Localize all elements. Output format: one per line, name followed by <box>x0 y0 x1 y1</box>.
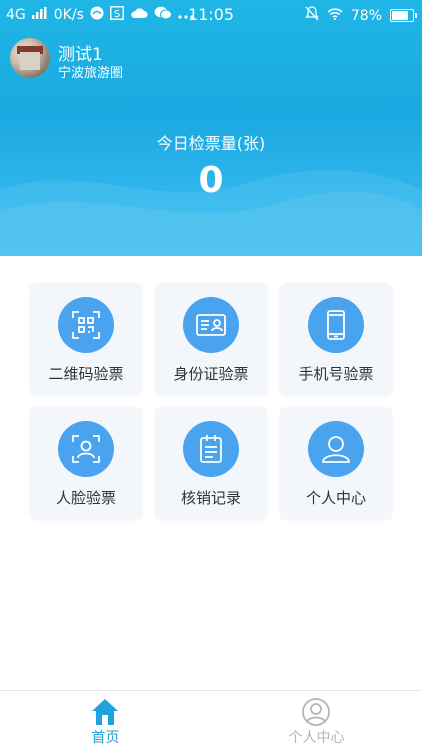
id-card-verify-button[interactable]: 身份证验票 <box>155 283 267 395</box>
person-icon <box>308 421 364 477</box>
tile-label: 身份证验票 <box>173 365 249 383</box>
personal-center-button[interactable]: 个人中心 <box>280 407 392 519</box>
home-icon <box>90 697 120 727</box>
qr-verify-button[interactable]: 二维码验票 <box>30 283 142 395</box>
battery-icon <box>390 9 417 22</box>
face-verify-button[interactable]: 人脸验票 <box>30 407 142 519</box>
tile-label: 人脸验票 <box>55 489 116 507</box>
function-grid: 二维码验票 身份证验票 手机号验票 人脸验票 核销记录 个人中心 <box>30 283 392 519</box>
tile-label: 手机号验票 <box>298 365 374 383</box>
bottom-tab-bar: 首页 个人中心 <box>0 690 422 751</box>
phone-verify-button[interactable]: 手机号验票 <box>280 283 392 395</box>
verification-records-button[interactable]: 核销记录 <box>155 407 267 519</box>
ticket-count-value: 0 <box>198 160 224 201</box>
tab-home[interactable]: 首页 <box>0 691 211 751</box>
tab-home-label: 首页 <box>91 730 120 746</box>
id-card-icon <box>183 297 239 353</box>
avatar[interactable] <box>10 38 50 78</box>
tile-label: 核销记录 <box>180 489 241 507</box>
battery-percent: 78% <box>350 7 382 24</box>
wifi-icon <box>327 7 343 24</box>
ticket-count-label: 今日检票量(张) <box>156 134 266 153</box>
header-banner: 4G 0K/s S 11:05 78% 测试1 宁波旅游圈 今日检票量(张) 0 <box>0 0 422 256</box>
phone-icon <box>308 297 364 353</box>
qr-scan-icon <box>58 297 114 353</box>
profile-icon <box>301 697 331 727</box>
status-bar: 4G 0K/s S 11:05 78% <box>0 0 422 30</box>
tab-profile[interactable]: 个人中心 <box>211 691 422 751</box>
tile-label: 个人中心 <box>305 489 366 507</box>
mute-bell-icon <box>305 6 319 25</box>
face-scan-icon <box>58 421 114 477</box>
tab-profile-label: 个人中心 <box>288 730 345 746</box>
user-org: 宁波旅游圈 <box>58 66 124 81</box>
tile-label: 二维码验票 <box>48 365 124 383</box>
clipboard-icon <box>183 421 239 477</box>
